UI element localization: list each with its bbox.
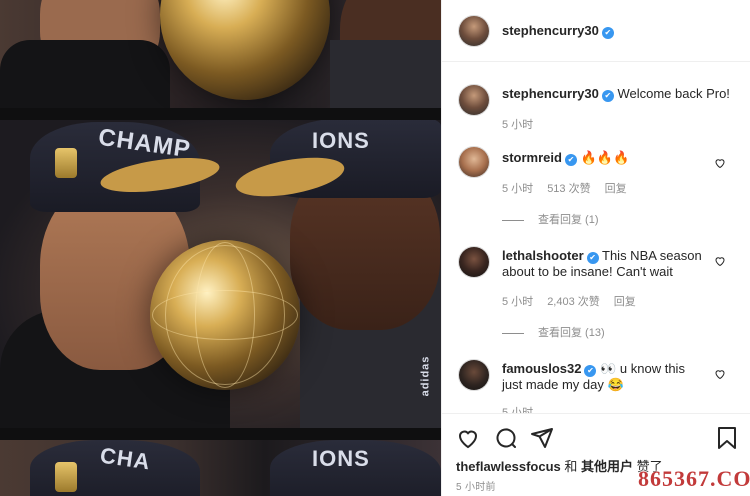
watermark: 865367.COM xyxy=(638,466,750,491)
comments-pane: stephencurry30 ✔ stephencurry30 ✔ Welcome … xyxy=(441,0,750,496)
comment-meta: 5 小时 2,403 次赞 回复 xyxy=(502,293,650,309)
verified-badge-icon: ✔ xyxy=(601,27,614,39)
photo-divider xyxy=(0,428,441,440)
verified-badge-icon: ✔ xyxy=(584,365,597,377)
reply-button[interactable]: 回复 xyxy=(605,183,627,195)
comment-icon[interactable] xyxy=(494,426,518,450)
comment-text: 🔥🔥🔥 xyxy=(580,150,630,165)
caption: stephencurry30 ✔ Welcome back Pro! xyxy=(502,86,732,102)
heart-icon[interactable] xyxy=(714,368,726,380)
verified-badge-icon: ✔ xyxy=(601,90,614,102)
comment-meta: 5 小时 513 次赞 回复 xyxy=(502,180,641,196)
comment-username[interactable]: lethalshooter xyxy=(502,248,584,263)
liked-by: theflawlessfocus 和 其他用户 赞了 xyxy=(456,459,663,474)
photo-panel-top xyxy=(0,0,441,108)
author-avatar[interactable] xyxy=(458,15,490,47)
caption-username[interactable]: stephencurry30 xyxy=(502,86,599,101)
comment-avatar[interactable] xyxy=(458,146,490,178)
comment: lethalshooter ✔ This NBA season about to … xyxy=(502,248,702,280)
verified-badge-icon: ✔ xyxy=(564,154,577,166)
comment-likes[interactable]: 513 次赞 xyxy=(547,183,590,195)
comment-likes[interactable]: 2,403 次赞 xyxy=(547,296,600,308)
post-header: stephencurry30 ✔ xyxy=(442,0,750,62)
view-replies-button[interactable]: 查看回复 (1) xyxy=(502,211,599,227)
comment-username[interactable]: stormreid xyxy=(502,150,562,165)
verified-badge-icon: ✔ xyxy=(586,252,599,264)
caption-text: Welcome back Pro! xyxy=(617,86,730,101)
cap-text-bottom-right: IONS xyxy=(312,446,370,471)
post-time[interactable]: 5 小时前 xyxy=(456,478,496,493)
comment: famouslos32 ✔ 👀 u know this just made my … xyxy=(502,361,702,393)
jersey-mark: adidas xyxy=(419,355,432,397)
heart-icon[interactable] xyxy=(456,426,480,450)
reply-button[interactable]: 回复 xyxy=(614,296,636,308)
photo-panel-main: CHAMP IONS adidas xyxy=(0,120,441,428)
caption-avatar[interactable] xyxy=(458,84,490,116)
comment-time: 5 小时 xyxy=(502,183,534,195)
trophy-ball xyxy=(150,240,300,390)
liked-by-others[interactable]: 其他用户 xyxy=(581,459,633,474)
photo-divider xyxy=(0,108,441,120)
author-username[interactable]: stephencurry30 xyxy=(502,23,599,38)
photo-panel-bottom: CHA IONS xyxy=(0,440,441,496)
cap-text-right: IONS xyxy=(312,128,370,153)
share-icon[interactable] xyxy=(530,426,554,450)
comment-avatar[interactable] xyxy=(458,246,490,278)
comment-avatar[interactable] xyxy=(458,359,490,391)
heart-icon[interactable] xyxy=(714,255,726,267)
post-photo[interactable]: CHAMP IONS adidas CHA IONS xyxy=(0,0,441,496)
comment-username[interactable]: famouslos32 xyxy=(502,361,581,376)
comment: stormreid ✔ 🔥🔥🔥 xyxy=(502,150,712,166)
bookmark-icon[interactable] xyxy=(716,426,738,450)
comment-time: 5 小时 xyxy=(502,296,534,308)
caption-time: 5 小时 xyxy=(502,119,534,131)
heart-icon[interactable] xyxy=(714,157,726,169)
liked-by-user[interactable]: theflawlessfocus xyxy=(456,459,561,474)
view-replies-button[interactable]: 查看回复 (13) xyxy=(502,324,605,340)
